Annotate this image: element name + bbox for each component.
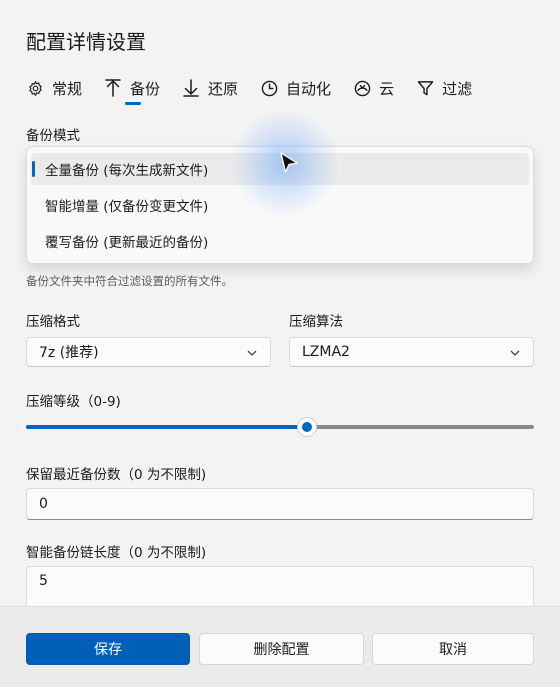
compression-format-value: 7z (推荐) — [39, 345, 99, 361]
tab-general-label: 常规 — [52, 79, 83, 98]
gear-icon — [26, 79, 44, 97]
dialog-footer: 保存 删除配置 取消 — [0, 606, 560, 687]
tab-restore-label: 还原 — [208, 79, 239, 98]
slider-track-remaining — [311, 425, 534, 429]
compression-level-label: 压缩等级（0-9) — [26, 394, 121, 410]
chevron-down-icon — [510, 350, 520, 356]
tab-automation[interactable]: 自动化 — [260, 74, 331, 102]
filter-icon — [416, 79, 434, 97]
dialog-title: 配置详情设置 — [26, 30, 146, 54]
smart-chain-input[interactable]: 5 — [26, 566, 534, 606]
upload-arrow-icon — [104, 79, 122, 97]
smart-chain-label: 智能备份链长度（0 为不限制) — [26, 545, 207, 561]
tab-cloud-label: 云 — [379, 79, 395, 98]
backup-mode-option-incremental[interactable]: 智能增量 (仅备份变更文件) — [31, 189, 529, 221]
tab-cloud[interactable]: 云 — [353, 74, 394, 102]
smart-chain-value: 5 — [39, 573, 48, 589]
compression-format-label: 压缩格式 — [26, 314, 80, 330]
slider-track-filled — [26, 425, 304, 429]
retain-count-input[interactable]: 0 — [26, 488, 534, 520]
compression-level-slider[interactable] — [26, 418, 534, 436]
download-arrow-icon — [182, 79, 200, 97]
compression-algorithm-label: 压缩算法 — [289, 314, 343, 330]
tab-filter-label: 过滤 — [442, 79, 473, 98]
tab-filter[interactable]: 过滤 — [416, 74, 472, 102]
backup-mode-option-overwrite[interactable]: 覆写备份 (更新最近的备份) — [31, 225, 529, 257]
delete-config-button[interactable]: 删除配置 — [199, 633, 364, 665]
compression-format-select[interactable]: 7z (推荐) — [26, 337, 271, 367]
compression-algorithm-value: LZMA2 — [302, 344, 350, 360]
compression-algorithm-select[interactable]: LZMA2 — [289, 337, 534, 367]
save-button[interactable]: 保存 — [26, 633, 190, 665]
slider-thumb[interactable] — [298, 418, 317, 436]
backup-mode-description: 备份文件夹中符合过滤设置的所有文件。 — [26, 274, 233, 288]
backup-mode-dropdown[interactable]: 全量备份 (每次生成新文件) 智能增量 (仅备份变更文件) 覆写备份 (更新最近… — [26, 146, 534, 264]
tab-general[interactable]: 常规 — [26, 74, 82, 102]
tab-bar: 常规 备份 还原 自动化 云 过滤 — [26, 74, 494, 110]
backup-mode-label: 备份模式 — [26, 128, 80, 144]
tab-restore[interactable]: 还原 — [182, 74, 238, 102]
config-dialog: 配置详情设置 常规 备份 还原 自动化 云 过滤 备份模式 全量备份 (每次生成… — [0, 0, 560, 687]
tab-automation-label: 自动化 — [286, 79, 332, 98]
retain-count-label: 保留最近备份数（0 为不限制) — [26, 467, 207, 483]
retain-count-value: 0 — [39, 496, 48, 512]
tab-backup[interactable]: 备份 — [104, 74, 161, 105]
backup-mode-option-full[interactable]: 全量备份 (每次生成新文件) — [31, 153, 529, 185]
cancel-button[interactable]: 取消 — [372, 633, 534, 665]
chevron-down-icon — [247, 350, 257, 356]
clock-icon — [260, 79, 278, 97]
cloud-icon — [353, 79, 371, 97]
tab-backup-label: 备份 — [130, 79, 161, 98]
